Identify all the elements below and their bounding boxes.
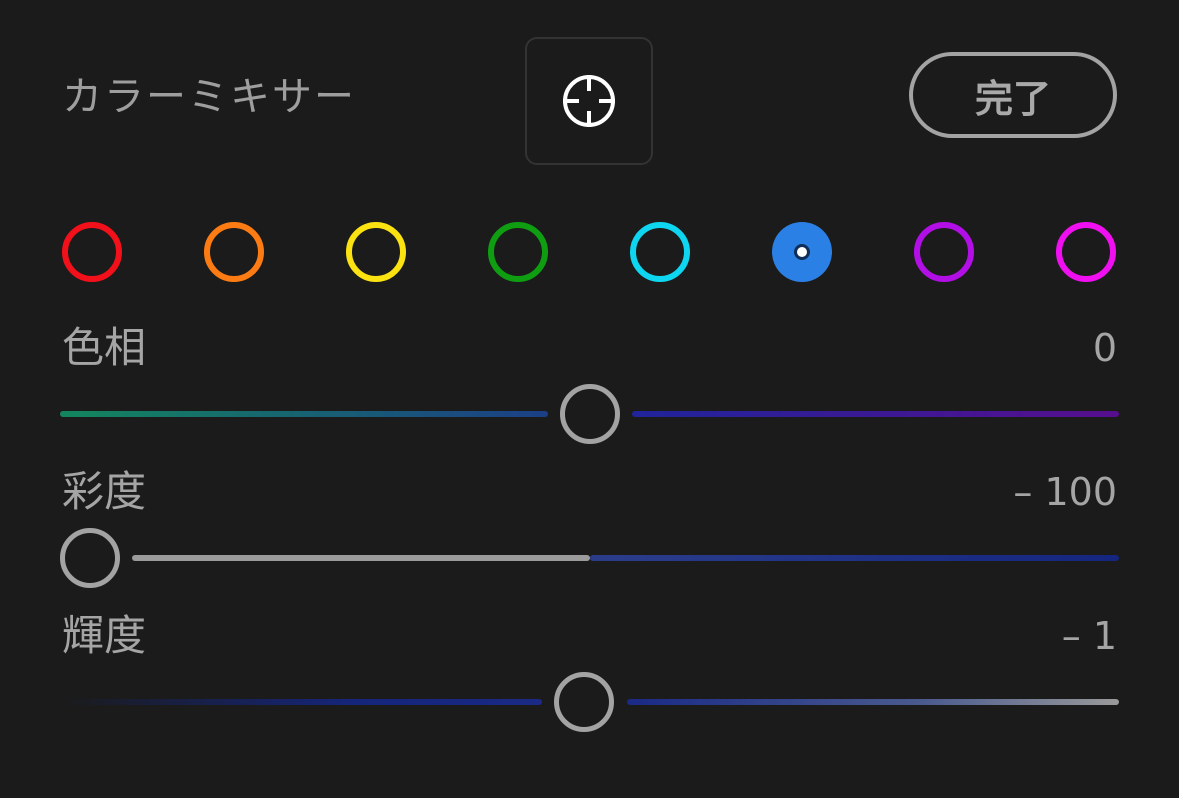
selected-indicator-dot [794,244,810,260]
swatch-purple[interactable] [914,222,974,282]
hue-value: 0 [1092,326,1117,370]
hue-track-left[interactable] [60,411,548,417]
hue-slider-thumb[interactable] [559,384,620,444]
swatch-aqua[interactable] [630,222,690,282]
saturation-track-right[interactable] [590,555,1119,561]
swatch-magenta[interactable] [1056,222,1116,282]
target-adjust-button[interactable] [525,37,653,165]
luminance-label: 輝度 [62,611,147,660]
luminance-track-right[interactable] [627,699,1119,705]
swatch-red[interactable] [62,222,122,282]
swatch-blue[interactable] [772,222,832,282]
swatch-orange[interactable] [204,222,264,282]
luminance-value: – 1 [1061,614,1117,658]
saturation-label: 彩度 [62,467,147,516]
luminance-track-left[interactable] [60,699,542,705]
target-crosshair-icon [563,75,615,127]
panel-title: カラーミキサー [62,74,356,120]
swatch-yellow[interactable] [346,222,406,282]
swatch-green[interactable] [488,222,548,282]
done-button[interactable]: 完了 [909,52,1117,138]
color-swatch-row [0,222,1179,282]
hue-track-right[interactable] [632,411,1119,417]
hue-label: 色相 [62,323,147,372]
saturation-slider-thumb[interactable] [60,528,120,588]
saturation-value: – 100 [1013,470,1117,514]
saturation-track-left[interactable] [132,555,590,561]
luminance-slider-thumb[interactable] [554,672,615,732]
